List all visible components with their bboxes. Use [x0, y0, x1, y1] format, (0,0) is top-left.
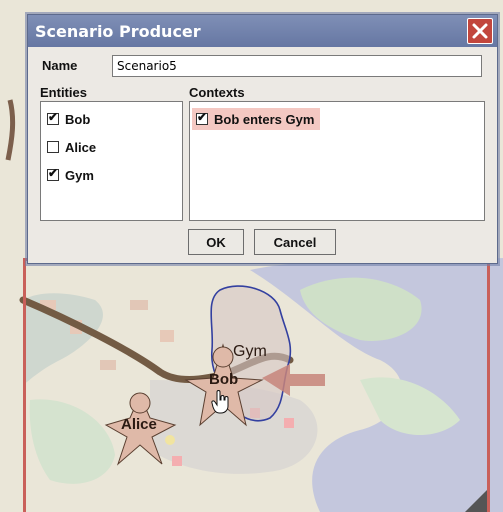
entities-list: ✔ Bob Alice ✔ Gym	[40, 101, 183, 221]
check-icon: ✔	[48, 110, 59, 124]
checkbox[interactable]: ✔	[47, 166, 59, 181]
entity-label: Bob	[65, 111, 91, 127]
resize-handle[interactable]	[465, 490, 487, 512]
gym-label: Gym	[233, 343, 267, 360]
alice-label: Alice	[121, 416, 157, 433]
scenario-name-input[interactable]	[112, 55, 482, 77]
context-bob-enters-gym[interactable]: ✔ Bob enters Gym	[192, 108, 321, 130]
check-icon: ✔	[197, 110, 208, 124]
entity-label: Alice	[65, 139, 97, 155]
entity-label: Gym	[65, 167, 94, 183]
contexts-label: Contexts	[189, 85, 245, 100]
checkbox[interactable]: ✔	[196, 110, 208, 125]
check-icon: ✔	[48, 166, 59, 180]
entity-gym-checkbox[interactable]: ✔ Gym	[47, 166, 94, 184]
cancel-button[interactable]: Cancel	[254, 229, 336, 255]
contexts-list: ✔ Bob enters Gym	[189, 101, 485, 221]
hand-pointer-icon	[211, 390, 229, 414]
close-button[interactable]	[467, 18, 493, 44]
context-label: Bob enters Gym	[214, 111, 315, 127]
title-bar[interactable]: Scenario Producer	[28, 15, 497, 47]
map-frame	[23, 258, 490, 512]
scenario-producer-dialog: Scenario Producer Name Entities Contexts…	[27, 14, 498, 264]
ok-button[interactable]: OK	[188, 229, 244, 255]
checkbox[interactable]: ✔	[47, 110, 59, 125]
dialog-title: Scenario Producer	[35, 22, 201, 41]
bob-label: Bob	[209, 371, 239, 388]
entities-label: Entities	[40, 85, 87, 100]
name-label: Name	[42, 58, 78, 73]
entity-alice-checkbox[interactable]: Alice	[47, 138, 96, 156]
checkbox[interactable]	[47, 141, 59, 153]
entity-bob-checkbox[interactable]: ✔ Bob	[47, 110, 90, 128]
close-icon	[472, 23, 488, 39]
